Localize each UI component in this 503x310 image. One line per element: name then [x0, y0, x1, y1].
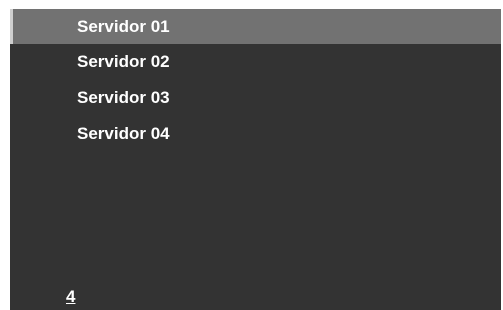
server-list: Servidor 01 Servidor 02 Servidor 03 Serv…	[10, 9, 501, 152]
server-list-item-label: Servidor 01	[77, 17, 170, 36]
server-list-panel: Servidor 01 Servidor 02 Servidor 03 Serv…	[10, 9, 501, 310]
server-list-item-label: Servidor 02	[77, 52, 170, 71]
server-list-item-label: Servidor 03	[77, 88, 170, 107]
server-list-item-04[interactable]: Servidor 04	[10, 116, 501, 152]
server-list-item-label: Servidor 04	[77, 124, 170, 143]
server-list-item-03[interactable]: Servidor 03	[10, 80, 501, 116]
server-list-item-01[interactable]: Servidor 01	[10, 9, 501, 44]
server-count-link[interactable]: 4	[66, 287, 75, 307]
server-list-item-02[interactable]: Servidor 02	[10, 44, 501, 80]
